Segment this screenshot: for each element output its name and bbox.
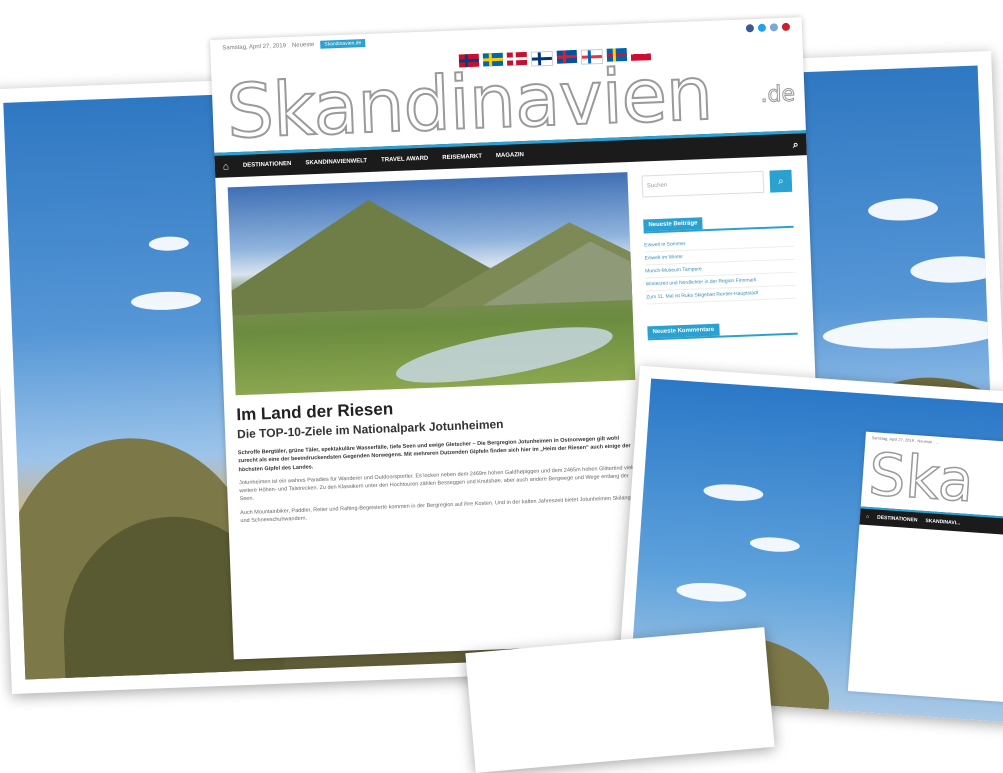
mini-website-screenshot: Samstag, April 27, 2019 · Neueste · ... … [847, 431, 1003, 707]
mini-nav-item: DESTINATIONEN [876, 514, 918, 524]
google-plus-icon[interactable] [769, 23, 779, 32]
ticker-label[interactable]: Skandinavien.de [320, 39, 366, 49]
recent-comments-heading: Neueste Kommentare [647, 314, 798, 341]
site-logo-suffix: .de [760, 81, 796, 108]
nav-item-reisemarkt[interactable]: REISEMARKT [442, 154, 482, 162]
pinterest-icon[interactable] [781, 22, 791, 32]
photo-print-bottom [465, 627, 775, 773]
sidebar-search: Suchen ⌕ [641, 169, 793, 198]
recent-posts-heading: Neueste Beiträge [642, 207, 794, 234]
search-input[interactable]: Suchen [641, 170, 765, 198]
facebook-icon[interactable] [745, 24, 755, 33]
main-column: Im Land der Riesen Die TOP-10-Ziele im N… [227, 172, 641, 530]
search-icon: ⌕ [777, 175, 784, 187]
home-icon: ⌂ [865, 513, 870, 520]
search-icon[interactable]: ⌕ [793, 139, 799, 150]
recent-comments-title: Neueste Kommentare [647, 323, 720, 339]
featured-image[interactable] [227, 172, 636, 396]
home-icon[interactable]: ⌂ [223, 161, 229, 172]
nav-item-skandinavienwelt[interactable]: SKANDINAVIENWELT [305, 158, 367, 166]
recent-posts-title: Neueste Beiträge [643, 217, 703, 232]
site-logo[interactable]: Skandinavien [224, 50, 714, 157]
mini-nav-item: SKANDINAVI... [925, 517, 961, 527]
social-icons [745, 22, 791, 33]
nav-item-magazin[interactable]: MAGAZIN [496, 152, 524, 159]
nav-item-travel-award[interactable]: TRAVEL AWARD [381, 156, 428, 164]
latest-tag[interactable]: Neueste [292, 42, 315, 49]
nav-item-destinationen[interactable]: DESTINATIONEN [243, 161, 292, 169]
twitter-icon[interactable] [757, 23, 767, 32]
search-button[interactable]: ⌕ [769, 169, 793, 193]
recent-posts-list: Eiswelt in Sommer Eiswelt im Winter Munc… [643, 233, 797, 305]
date-text: Samstag, April 27, 2019 [222, 43, 287, 52]
